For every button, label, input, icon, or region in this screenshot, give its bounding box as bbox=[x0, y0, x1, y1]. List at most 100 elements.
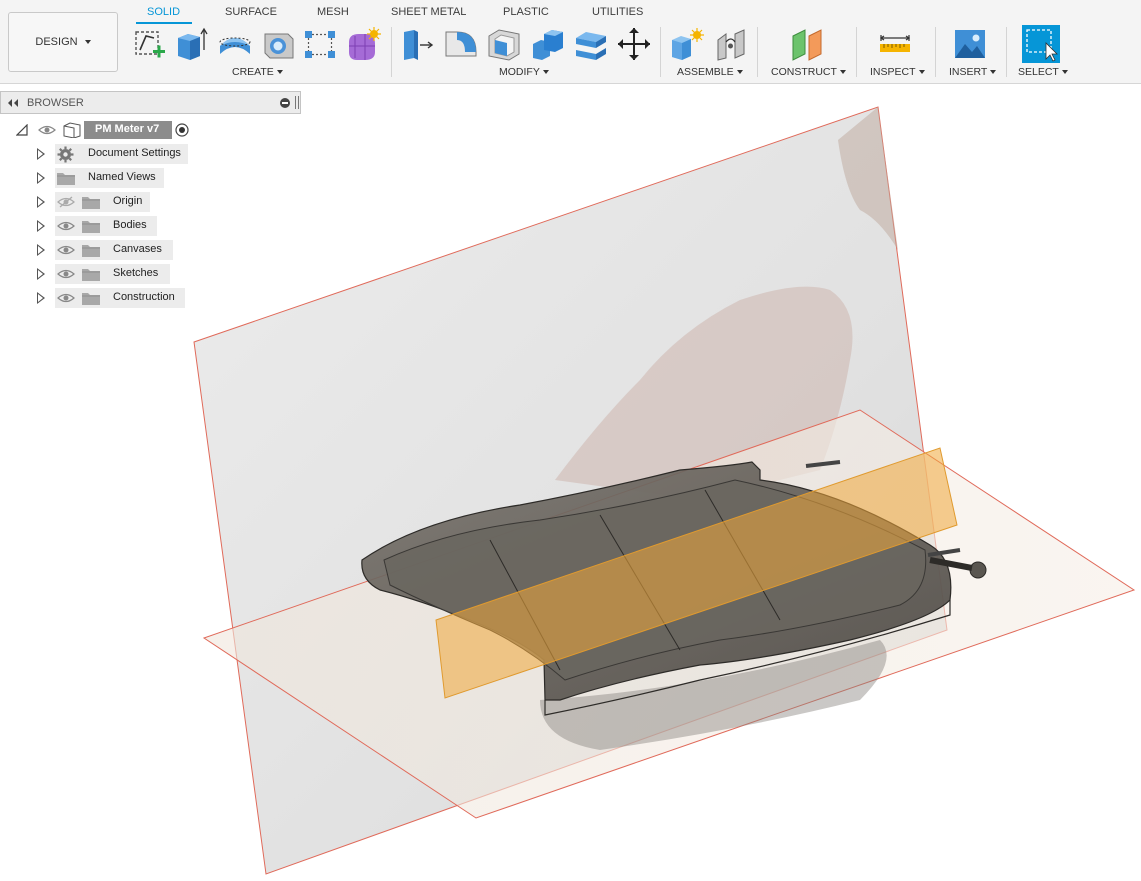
toolbar-divider bbox=[856, 27, 857, 77]
assemble-menu[interactable]: ASSEMBLE bbox=[677, 66, 743, 78]
expand-triangle-icon[interactable] bbox=[37, 292, 45, 304]
expand-triangle-icon[interactable] bbox=[37, 172, 45, 184]
move-copy-icon[interactable] bbox=[616, 26, 652, 62]
browser-item-origin[interactable]: Origin bbox=[0, 192, 301, 212]
press-pull-icon[interactable] bbox=[400, 26, 436, 62]
toolbar-divider bbox=[1006, 27, 1007, 77]
folder-icon bbox=[82, 269, 100, 281]
browser-item-label: Construction bbox=[113, 291, 175, 303]
folder-icon bbox=[82, 245, 100, 257]
chevron-down-icon bbox=[542, 70, 549, 75]
tab-solid[interactable]: SOLID bbox=[147, 5, 180, 23]
chevron-down-icon bbox=[276, 70, 283, 75]
browser-title: BROWSER bbox=[27, 97, 84, 109]
expand-triangle-icon[interactable] bbox=[37, 196, 45, 208]
expand-triangle-icon[interactable] bbox=[37, 268, 45, 280]
minimize-browser-icon[interactable] bbox=[280, 98, 290, 108]
browser-item-canvases[interactable]: Canvases bbox=[0, 240, 301, 260]
activate-radio-icon[interactable] bbox=[175, 123, 189, 137]
replace-face-icon[interactable] bbox=[573, 26, 609, 62]
tab-surface[interactable]: SURFACE bbox=[225, 5, 277, 23]
new-component-icon[interactable] bbox=[669, 26, 705, 62]
chevron-down-icon bbox=[736, 70, 743, 75]
joint-icon[interactable] bbox=[713, 26, 749, 62]
tab-utilities[interactable]: UTILITIES bbox=[592, 5, 643, 23]
assemble-label: ASSEMBLE bbox=[677, 66, 734, 78]
insert-menu[interactable]: INSERT bbox=[949, 66, 997, 78]
fillet-icon[interactable] bbox=[443, 26, 479, 62]
tab-mesh[interactable]: MESH bbox=[317, 5, 349, 23]
component-icon bbox=[63, 122, 81, 138]
collapse-panel-icon[interactable] bbox=[6, 97, 20, 109]
browser-item-document-settings[interactable]: Document Settings bbox=[0, 144, 301, 164]
modify-menu[interactable]: MODIFY bbox=[499, 66, 549, 78]
root-component-label: PM Meter v7 bbox=[95, 123, 160, 135]
expand-triangle-icon[interactable] bbox=[37, 244, 45, 256]
expand-triangle-icon[interactable] bbox=[37, 220, 45, 232]
measure-icon[interactable] bbox=[877, 26, 913, 62]
toolbar-divider bbox=[391, 27, 392, 77]
inspect-menu[interactable]: INSPECT bbox=[870, 66, 925, 78]
eye-icon[interactable] bbox=[57, 268, 75, 280]
pin-browser-icon[interactable] bbox=[295, 96, 299, 109]
folder-icon bbox=[82, 197, 100, 209]
folder-icon bbox=[82, 293, 100, 305]
construct-menu[interactable]: CONSTRUCT bbox=[771, 66, 846, 78]
toolbar-divider bbox=[757, 27, 758, 77]
browser-item-sketches[interactable]: Sketches bbox=[0, 264, 301, 284]
extrude-icon[interactable] bbox=[174, 26, 210, 62]
folder-icon bbox=[57, 173, 75, 185]
browser-item-label: Sketches bbox=[113, 267, 159, 279]
shell-icon[interactable] bbox=[486, 26, 522, 62]
browser-root-row[interactable]: PM Meter v7 bbox=[0, 120, 301, 140]
insert-label: INSERT bbox=[949, 66, 988, 78]
modify-label: MODIFY bbox=[499, 66, 540, 78]
workspace-label: DESIGN bbox=[35, 36, 78, 48]
toolbar: DESIGN SOLID SURFACE MESH SHEET METAL PL… bbox=[0, 0, 1141, 84]
expanded-triangle-icon[interactable] bbox=[16, 124, 28, 136]
browser-item-construction[interactable]: Construction bbox=[0, 288, 301, 308]
browser-item-label: Named Views bbox=[88, 171, 156, 183]
browser-item-bodies[interactable]: Bodies bbox=[0, 216, 301, 236]
browser-item-label: Bodies bbox=[113, 219, 147, 231]
select-label: SELECT bbox=[1018, 66, 1059, 78]
create-sketch-icon[interactable] bbox=[133, 26, 169, 62]
create-label: CREATE bbox=[232, 66, 274, 78]
inspect-label: INSPECT bbox=[870, 66, 916, 78]
toolbar-divider bbox=[660, 27, 661, 77]
tab-plastic[interactable]: PLASTIC bbox=[503, 5, 549, 23]
eye-icon[interactable] bbox=[57, 220, 75, 232]
active-tab-indicator bbox=[136, 22, 192, 24]
expand-triangle-icon[interactable] bbox=[37, 148, 45, 160]
create-form-icon[interactable] bbox=[345, 26, 381, 62]
select-menu[interactable]: SELECT bbox=[1018, 66, 1068, 78]
eye-icon[interactable] bbox=[57, 244, 75, 256]
browser-item-label: Origin bbox=[113, 195, 143, 207]
browser-item-label: Canvases bbox=[113, 243, 162, 255]
fusion-app-window: { "workspace": { "label": "DESIGN" }, "t… bbox=[0, 0, 1141, 881]
folder-icon bbox=[82, 221, 100, 233]
chevron-down-icon bbox=[839, 70, 846, 75]
construct-label: CONSTRUCT bbox=[771, 66, 837, 78]
insert-canvas-icon[interactable] bbox=[952, 26, 988, 62]
pattern-icon[interactable] bbox=[302, 26, 338, 62]
eye-hidden-icon[interactable] bbox=[57, 196, 75, 208]
eye-icon[interactable] bbox=[57, 292, 75, 304]
gear-icon bbox=[57, 146, 74, 163]
browser-item-named-views[interactable]: Named Views bbox=[0, 168, 301, 188]
chevron-down-icon bbox=[918, 70, 925, 75]
chevron-down-icon bbox=[990, 70, 997, 75]
tab-sheet-metal[interactable]: SHEET METAL bbox=[391, 5, 466, 23]
browser-item-label: Document Settings bbox=[88, 147, 181, 159]
create-menu[interactable]: CREATE bbox=[232, 66, 283, 78]
workspace-switcher-button[interactable]: DESIGN bbox=[8, 12, 118, 72]
browser-panel-header: BROWSER bbox=[0, 91, 301, 114]
hole-icon[interactable] bbox=[260, 26, 296, 62]
eye-icon[interactable] bbox=[38, 124, 56, 136]
revolve-icon[interactable] bbox=[217, 26, 253, 62]
window-select-icon[interactable] bbox=[1022, 25, 1060, 63]
combine-icon[interactable] bbox=[530, 26, 566, 62]
chevron-down-icon bbox=[1061, 70, 1068, 75]
chevron-down-icon bbox=[84, 40, 91, 44]
offset-plane-icon[interactable] bbox=[789, 26, 825, 62]
